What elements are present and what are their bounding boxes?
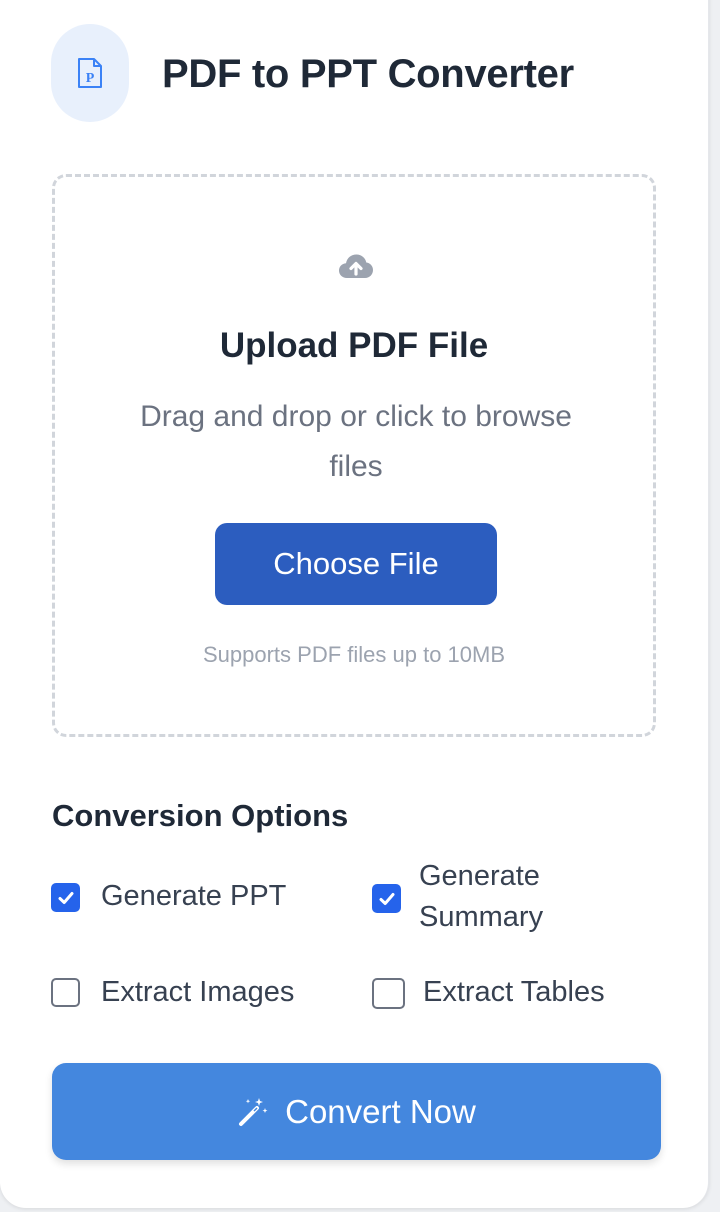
extract-tables-checkbox[interactable] [372,978,405,1009]
check-icon [58,891,73,904]
extract-images-label: Extract Images [101,976,295,1008]
choose-file-button[interactable]: Choose File [215,523,497,605]
options-title: Conversion Options [52,798,349,833]
option-extract-tables[interactable]: Extract Tables [372,972,605,1013]
generate-summary-label: Generate Summary [419,860,544,933]
generate-ppt-label: Generate PPT [101,880,287,912]
pdf-file-icon: P [78,58,102,88]
option-generate-ppt[interactable]: Generate PPT [51,876,286,917]
support-text: Supports PDF files up to 10MB [202,642,506,667]
upload-description: Drag and drop or click to browse files [140,400,572,483]
magic-wand-icon [239,1097,268,1126]
option-extract-images[interactable]: Extract Images [51,972,294,1013]
convert-now-label: Convert Now [285,1092,476,1130]
cloud-upload-icon [339,254,373,278]
upload-title: Upload PDF File [219,326,489,365]
extract-images-checkbox[interactable] [51,978,80,1007]
check-icon [379,892,394,905]
option-generate-summary[interactable]: Generate Summary [372,856,569,938]
extract-tables-label: Extract Tables [423,976,605,1008]
pdf-icon-letter: P [86,71,95,86]
app-icon-badge: P [51,24,129,122]
generate-summary-checkbox[interactable] [372,884,401,913]
generate-ppt-checkbox[interactable] [51,883,80,912]
page-title: PDF to PPT Converter [162,52,574,96]
convert-now-button[interactable]: Convert Now [52,1063,661,1160]
